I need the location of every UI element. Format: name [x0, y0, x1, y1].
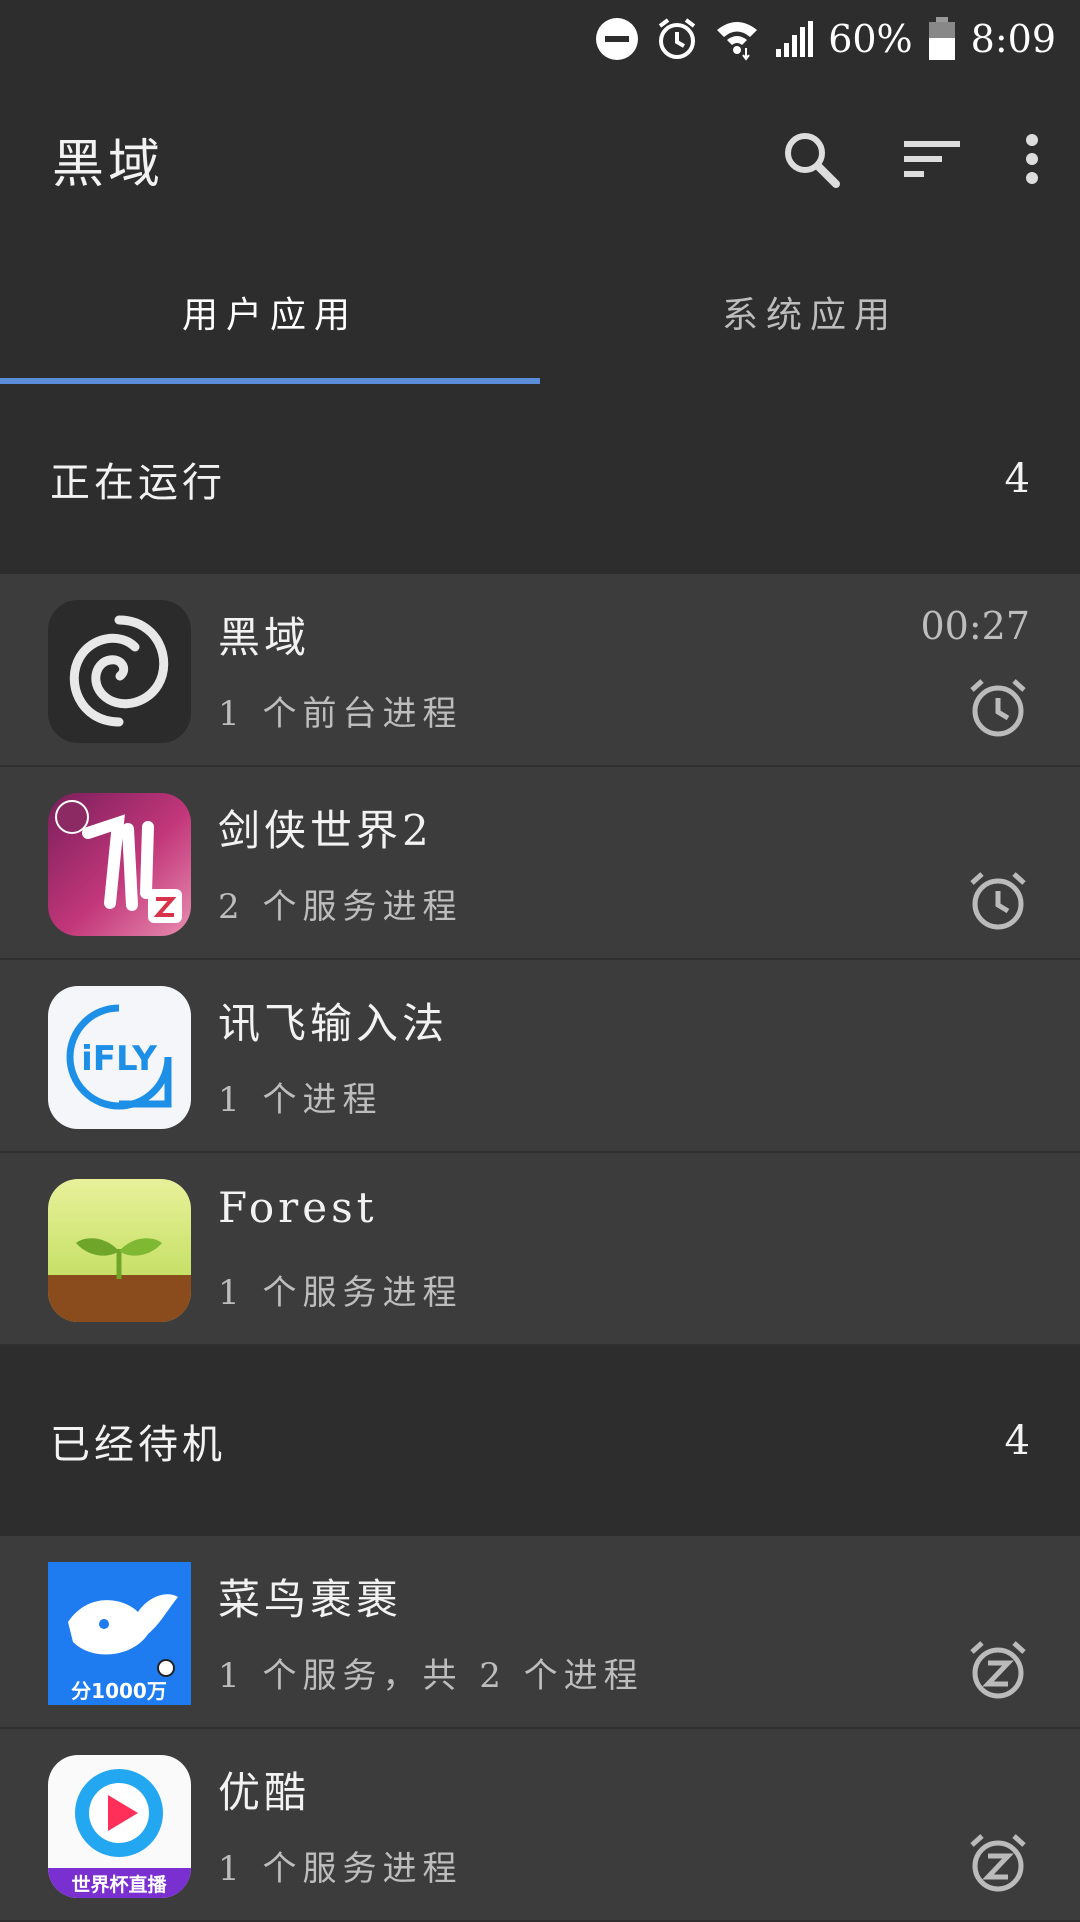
app-name: 剑侠世界2 — [218, 806, 433, 855]
status-bar: 60% 8:09 — [0, 0, 1080, 78]
signal-icon — [776, 21, 814, 57]
dnd-icon — [596, 18, 639, 60]
app-process-info: 1 个服务进程 — [218, 1273, 463, 1313]
app-name: 优酷 — [218, 1768, 311, 1817]
tab-user-apps[interactable]: 用户应用 — [0, 240, 540, 384]
app-bar: 黑域 — [0, 78, 1080, 240]
tab-system-apps[interactable]: 系统应用 — [540, 240, 1080, 384]
app-row-youku[interactable]: 世界杯直播 优酷 1 个服务进程 — [0, 1729, 1080, 1922]
alarm-clock-icon[interactable] — [966, 869, 1030, 933]
section-title: 已经待机 — [50, 1422, 226, 1468]
sort-icon[interactable] — [904, 139, 960, 179]
app-process-info: 1 个服务进程 — [218, 1849, 463, 1889]
jianxia-app-icon — [48, 793, 191, 936]
app-process-info: 1 个前台进程 — [218, 694, 463, 734]
section-title: 正在运行 — [50, 460, 226, 506]
battery-icon — [928, 17, 955, 60]
app-row-heiyu[interactable]: 黑域 1 个前台进程 00:27 — [0, 574, 1080, 767]
cainiao-app-icon: 分1000万 — [48, 1562, 191, 1705]
app-title: 黑域 — [52, 134, 165, 195]
alarm-clock-icon[interactable] — [966, 676, 1030, 740]
more-vert-icon[interactable] — [1024, 133, 1040, 185]
battery-percent: 60% — [828, 17, 913, 61]
search-icon[interactable] — [782, 130, 840, 188]
app-name: 黑域 — [218, 613, 311, 662]
app-row-jianxia[interactable]: 剑侠世界2 2 个服务进程 — [0, 767, 1080, 960]
section-count: 4 — [1004, 456, 1030, 502]
clock: 8:09 — [970, 17, 1056, 61]
alarm-icon — [658, 18, 696, 59]
app-process-info: 2 个服务进程 — [218, 887, 463, 927]
youku-icon-badge: 世界杯直播 — [71, 1873, 167, 1896]
app-name: 菜鸟裹裹 — [218, 1575, 403, 1624]
ifly-app-icon: iFLY — [48, 986, 191, 1129]
section-header-standby: 已经待机 4 — [0, 1346, 1080, 1536]
tab-bar: 用户应用 系统应用 — [0, 240, 1080, 384]
app-name: Forest — [218, 1183, 378, 1232]
app-process-info: 1 个进程 — [218, 1080, 383, 1120]
section-header-running: 正在运行 4 — [0, 384, 1080, 574]
heiyu-app-icon — [48, 600, 191, 743]
svg-text:iFLY: iFLY — [81, 1039, 157, 1079]
youku-app-icon: 世界杯直播 — [48, 1755, 191, 1898]
cainiao-icon-badge: 分1000万 — [71, 1679, 167, 1703]
app-process-info: 1 个服务，共 2 个进程 — [218, 1656, 644, 1696]
app-name: 讯飞输入法 — [218, 999, 449, 1048]
snooze-icon[interactable] — [966, 1831, 1030, 1895]
app-row-cainiao[interactable]: 分1000万 菜鸟裹裹 1 个服务，共 2 个进程 — [0, 1536, 1080, 1729]
forest-app-icon — [48, 1179, 191, 1322]
wifi-icon — [717, 22, 758, 61]
snooze-icon[interactable] — [966, 1638, 1030, 1702]
app-runtime: 00:27 — [920, 604, 1030, 648]
section-count: 4 — [1004, 1418, 1030, 1464]
tab-indicator — [0, 378, 540, 384]
app-row-ifly[interactable]: iFLY 讯飞输入法 1 个进程 — [0, 960, 1080, 1153]
app-row-forest[interactable]: Forest 1 个服务进程 — [0, 1153, 1080, 1346]
